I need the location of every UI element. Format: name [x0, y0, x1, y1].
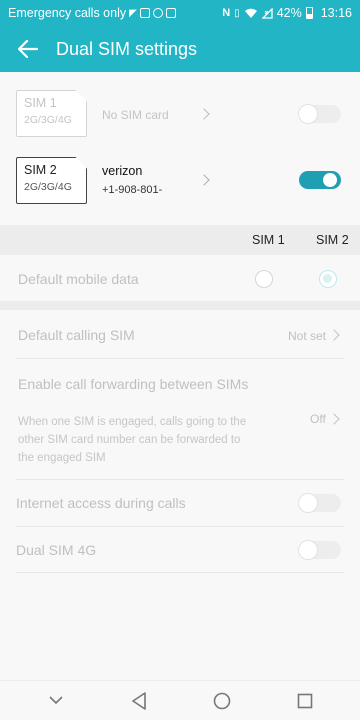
battery-percent: 42% [276, 6, 302, 20]
toggle-knob [299, 541, 317, 559]
sim2-carrier: verizon [102, 164, 143, 178]
chevron-down-icon [48, 696, 63, 705]
sim1-toggle[interactable] [299, 105, 341, 123]
call-forwarding-value: Off [310, 412, 326, 426]
no-signal-small-icon: ◤ [129, 7, 137, 19]
carrier-status-text: Emergency calls only [8, 6, 127, 20]
toggle-knob [299, 105, 317, 123]
section-gap [0, 301, 360, 310]
default-mobile-data-label: Default mobile data [18, 271, 139, 287]
calling-sim-chevron-right-icon [328, 329, 340, 341]
mobile-data-sim2-radio[interactable] [319, 270, 337, 288]
nav-collapse-button[interactable] [36, 681, 76, 720]
column-sim1: SIM 1 [252, 233, 285, 247]
sim2-name: SIM 2 [24, 163, 57, 177]
sim2-card-icon: SIM 2 2G/3G/4G [16, 157, 87, 204]
dual-sim-4g-label: Dual SIM 4G [16, 542, 97, 558]
system-nav-bar [0, 680, 360, 720]
circle-home-icon [213, 692, 230, 709]
shield-notification-icon [152, 8, 163, 18]
image-notification-icon [139, 8, 150, 18]
sim2-chevron-right-icon [198, 174, 210, 186]
divider [16, 526, 344, 527]
default-calling-sim-value: Not set [288, 329, 327, 343]
sim1-card-icon: SIM 1 2G/3G/4G [16, 90, 87, 137]
call-forwarding-description: When one SIM is engaged, calls going to … [18, 416, 247, 464]
status-bar: Emergency calls only ◤ N ▯ 42% 13:16 [0, 0, 360, 26]
divider [16, 358, 344, 359]
default-calling-sim-label: Default calling SIM [18, 327, 135, 343]
divider [16, 572, 344, 573]
battery-icon [305, 7, 313, 19]
square-recents-icon [297, 693, 312, 708]
dual-sim-4g-toggle[interactable] [299, 541, 341, 559]
nfc-icon: N [222, 7, 231, 19]
divider [16, 479, 344, 480]
app-bar: Dual SIM settings [0, 26, 360, 72]
no-signal-icon [261, 7, 273, 19]
sim1-name: SIM 1 [24, 96, 57, 110]
internet-during-calls-toggle[interactable] [299, 494, 341, 512]
back-button[interactable] [0, 26, 56, 72]
arrow-left-icon [18, 40, 38, 58]
internet-during-calls-label: Internet access during calls [16, 495, 186, 511]
sim2-toggle[interactable] [299, 171, 341, 189]
nav-home-button[interactable] [202, 681, 242, 720]
sim1-bands: 2G/3G/4G [24, 114, 72, 126]
nav-recents-button[interactable] [285, 681, 325, 720]
toggle-knob [323, 173, 337, 187]
clock: 13:16 [320, 6, 352, 20]
sim1-status: No SIM card [102, 108, 169, 122]
call-forwarding-chevron-right-icon [328, 413, 340, 425]
sim1-chevron-right-icon [198, 108, 210, 120]
triangle-back-icon [131, 691, 146, 710]
gallery-notification-icon [165, 8, 176, 18]
mobile-data-sim1-radio[interactable] [255, 270, 273, 288]
vibrate-icon: ▯ [234, 7, 240, 19]
sim-column-header-band [0, 225, 360, 255]
toggle-knob [299, 494, 317, 512]
sim2-bands: 2G/3G/4G [24, 181, 72, 193]
column-sim2: SIM 2 [316, 233, 349, 247]
wifi-icon [244, 8, 257, 18]
nav-back-button[interactable] [119, 681, 159, 720]
sim2-number: +1-908-801- [102, 184, 163, 196]
call-forwarding-label: Enable call forwarding between SIMs [18, 376, 249, 392]
page-title: Dual SIM settings [56, 38, 198, 59]
